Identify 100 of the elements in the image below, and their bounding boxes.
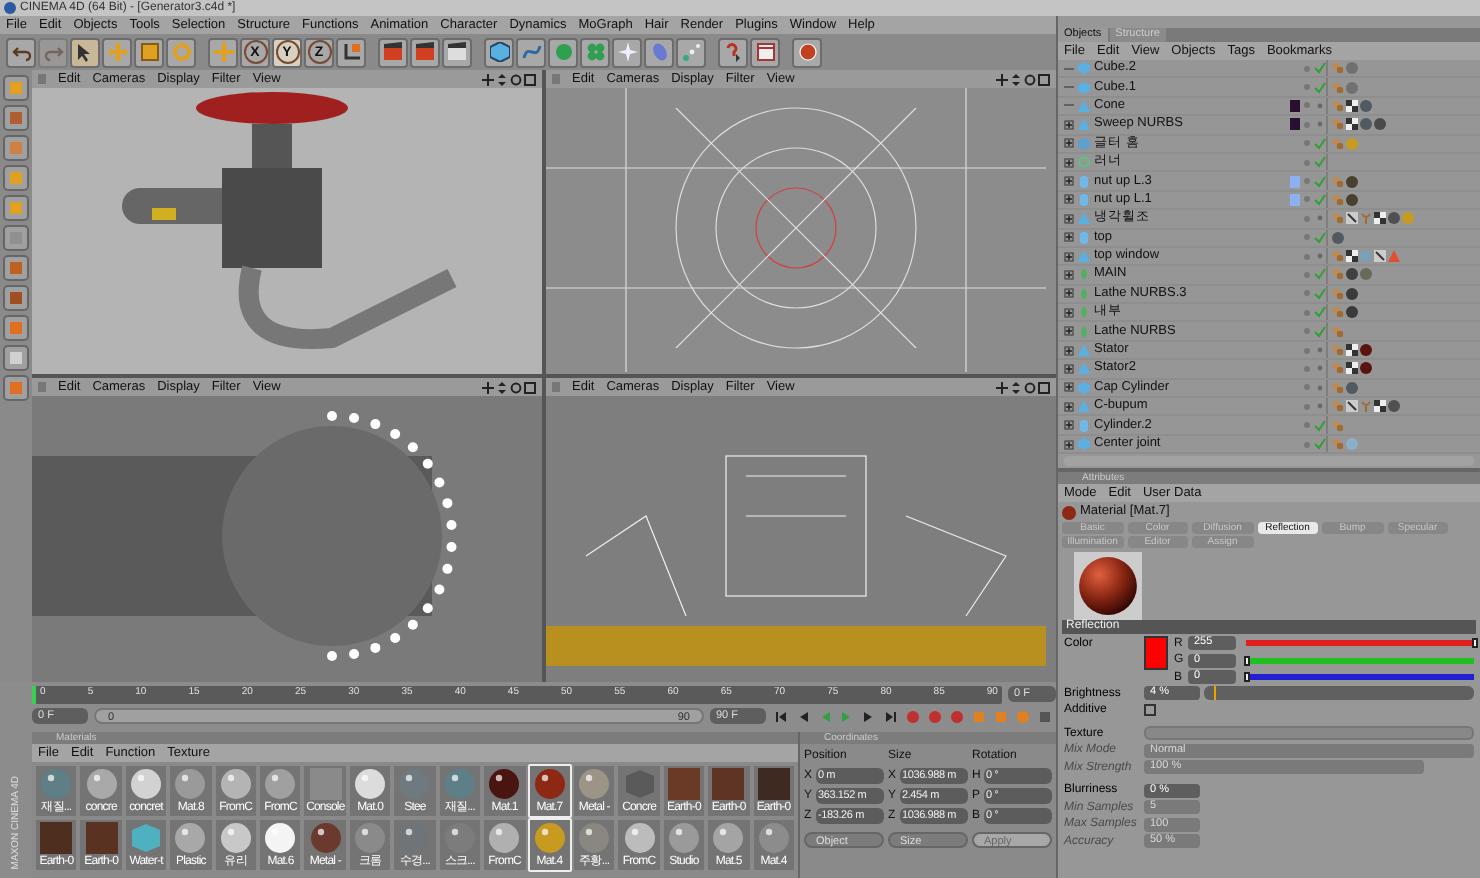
dot-icon[interactable] — [1314, 362, 1326, 375]
toolbar-button[interactable] — [410, 37, 440, 67]
maximize-icon[interactable] — [1038, 73, 1050, 85]
maximize-icon[interactable] — [524, 381, 536, 393]
expand-plus-icon[interactable] — [1063, 232, 1073, 243]
expand-plus-icon[interactable] — [1063, 157, 1073, 168]
tool-icon[interactable] — [2, 134, 30, 162]
expand-plus-icon[interactable] — [1063, 194, 1073, 205]
dot-icon[interactable] — [1314, 212, 1326, 225]
rotate-view-icon[interactable] — [510, 73, 522, 85]
cone-object-icon — [1078, 212, 1090, 225]
toolbar-button[interactable] — [792, 37, 822, 67]
toolbar-button[interactable] — [484, 37, 514, 67]
rotate-view-icon[interactable] — [1024, 73, 1036, 85]
slider-handle[interactable] — [1244, 655, 1250, 666]
slider-track[interactable] — [1246, 640, 1474, 647]
move-view-icon[interactable] — [996, 73, 1008, 85]
playback-icon[interactable] — [883, 709, 897, 723]
scrollbar[interactable] — [1064, 456, 1474, 467]
rotate-view-icon[interactable] — [510, 381, 522, 393]
tool-icon[interactable] — [2, 374, 30, 402]
app-icon — [4, 2, 16, 14]
tool-icon[interactable] — [2, 74, 30, 102]
expand-plus-icon[interactable] — [1063, 138, 1073, 149]
checkmark-icon[interactable] — [1314, 268, 1326, 281]
tool-icon[interactable] — [2, 164, 30, 192]
slider-track[interactable] — [1246, 674, 1474, 681]
checkmark-icon[interactable] — [1314, 419, 1326, 432]
nurbs-icon — [553, 42, 573, 62]
clapperboard-icon — [446, 42, 468, 62]
toolbar-button[interactable] — [6, 37, 36, 67]
circle-object-icon — [1078, 156, 1090, 169]
cylinder-object-icon — [1078, 419, 1090, 432]
toolbar-button[interactable] — [612, 37, 642, 67]
expand-plus-icon[interactable] — [1063, 213, 1073, 224]
dot-icon[interactable] — [1314, 99, 1326, 112]
expand-plus-icon[interactable] — [1063, 326, 1073, 337]
checkmark-icon[interactable] — [1314, 325, 1326, 338]
axes-icon — [213, 42, 233, 62]
tool-icon[interactable] — [2, 344, 30, 372]
tool-icon[interactable] — [2, 314, 30, 342]
toolbar-button[interactable] — [676, 37, 706, 67]
toolbar-button[interactable] — [336, 37, 366, 67]
checkmark-icon[interactable] — [1314, 62, 1326, 75]
expand-plus-icon[interactable] — [1063, 401, 1073, 412]
expand-plus-icon[interactable] — [1063, 288, 1073, 299]
dot-icon[interactable] — [1314, 250, 1326, 263]
tool-icon[interactable] — [2, 224, 30, 252]
slider-track[interactable] — [1246, 657, 1474, 664]
expand-plus-icon[interactable] — [1063, 363, 1073, 374]
expand-plus-icon[interactable] — [1063, 269, 1073, 280]
expand-plus-icon[interactable] — [1063, 176, 1073, 187]
tool-icon[interactable] — [2, 104, 30, 132]
scale-icon — [139, 42, 159, 62]
maximize-icon[interactable] — [524, 73, 536, 85]
tool-icon[interactable] — [2, 284, 30, 312]
checkmark-icon[interactable] — [1314, 287, 1326, 300]
tool-icon[interactable] — [2, 194, 30, 222]
selection-tag-icon — [1346, 212, 1358, 225]
expand-plus-icon[interactable] — [1063, 382, 1073, 393]
checkbox[interactable] — [1144, 704, 1156, 717]
checkmark-icon[interactable] — [1314, 175, 1326, 188]
rotate-view-icon[interactable] — [1024, 381, 1036, 393]
slider-handle[interactable] — [1472, 638, 1478, 649]
slider-track[interactable] — [1204, 686, 1474, 701]
globe-icon — [797, 42, 817, 62]
expand-plus-icon[interactable] — [1063, 251, 1073, 262]
expand-plus-icon[interactable] — [1063, 439, 1073, 449]
toolbar-button[interactable] — [378, 37, 408, 67]
checkmark-icon[interactable] — [1314, 156, 1326, 169]
checkmark-icon[interactable] — [1314, 438, 1326, 450]
dot-icon[interactable] — [1314, 400, 1326, 413]
color-swatch[interactable] — [1144, 636, 1168, 671]
move-view-icon[interactable] — [482, 73, 494, 85]
move-view-icon[interactable] — [996, 381, 1008, 393]
tool-icon[interactable] — [2, 254, 30, 282]
move-view-icon[interactable] — [482, 381, 494, 393]
expand-plus-icon[interactable] — [1063, 307, 1073, 318]
checkmark-icon[interactable] — [1314, 137, 1326, 150]
toolbar-button[interactable] — [750, 37, 780, 67]
cube-icon — [489, 42, 509, 62]
checkmark-icon[interactable] — [1314, 231, 1326, 244]
dot-icon[interactable] — [1314, 344, 1326, 357]
expand-plus-icon[interactable] — [1063, 420, 1073, 431]
checkmark-icon[interactable] — [1314, 81, 1326, 94]
dot-icon[interactable] — [1314, 381, 1326, 394]
texture-field[interactable] — [1144, 726, 1474, 741]
ellipse-icon — [649, 42, 669, 62]
toolbar-button[interactable] — [70, 37, 100, 67]
checkmark-icon[interactable] — [1314, 306, 1326, 319]
dot-icon[interactable] — [1314, 118, 1326, 131]
slider-handle[interactable] — [1214, 686, 1217, 701]
toolbar-button[interactable] — [442, 37, 472, 67]
playback-icon[interactable] — [773, 709, 787, 723]
checkmark-icon[interactable] — [1314, 193, 1326, 206]
maximize-icon[interactable] — [1038, 381, 1050, 393]
deformer-icon — [617, 42, 637, 62]
expand-plus-icon[interactable] — [1063, 345, 1073, 356]
expand-plus-icon[interactable] — [1063, 119, 1073, 130]
slider-handle[interactable] — [1244, 672, 1250, 683]
